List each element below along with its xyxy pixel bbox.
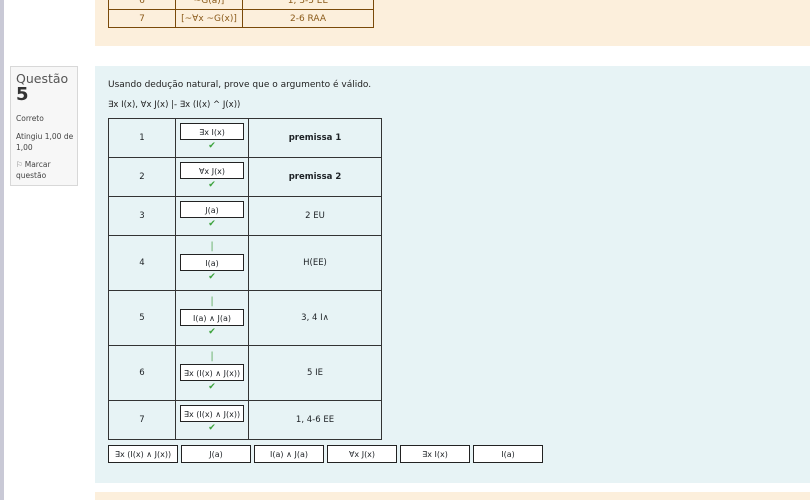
formula-cell: ∃x (I(x) ∧ J(x)) ✔ — [175, 400, 249, 440]
table-row: 4 | I(a) ✔ H(EE) — [108, 235, 382, 291]
table-row: 7 [~∀x ~G(x)] 2-6 RAA — [108, 9, 374, 28]
formula-cell: | I(a) ✔ — [175, 235, 249, 291]
check-icon: ✔ — [208, 140, 216, 151]
hypothesis-bar: | — [210, 240, 214, 252]
check-icon: ✔ — [208, 218, 216, 229]
line-number: 2 — [108, 157, 176, 197]
hypothesis-bar: | — [210, 350, 214, 362]
flag-question-link[interactable]: ⚐ Marcar questão — [16, 159, 77, 181]
line-number: 3 — [108, 196, 176, 236]
formula-cell: ~G(a)] — [175, 0, 243, 10]
table-row: 6 | ∃x (I(x) ∧ J(x)) ✔ 5 IE — [108, 345, 382, 401]
formula-cell: | ∃x (I(x) ∧ J(x)) ✔ — [175, 345, 249, 401]
line-number: 4 — [108, 235, 176, 291]
justification-cell: 1, 4-6 EE — [248, 400, 382, 440]
choice-chip[interactable]: ∃x (I(x) ∧ J(x)) — [108, 445, 178, 463]
formula-drop-zone[interactable]: I(a) — [180, 253, 244, 271]
formula-cell: J(a) ✔ — [175, 196, 249, 236]
justification-cell: 3, 4 I∧ — [248, 290, 382, 346]
choice-bank: ∃x (I(x) ∧ J(x)) J(a) I(a) ∧ J(a) ∀x J(x… — [108, 445, 543, 463]
table-row: 1 ∃x I(x) ✔ premissa 1 — [108, 118, 382, 158]
choice-chip[interactable]: ∃x I(x) — [400, 445, 470, 463]
line-number: 7 — [108, 9, 176, 28]
choice-chip[interactable]: I(a) ∧ J(a) — [254, 445, 324, 463]
check-icon: ✔ — [208, 271, 216, 282]
question-grade: Atingiu 1,00 de 1,00 — [16, 132, 74, 152]
justification-cell: H(EE) — [248, 235, 382, 291]
argument-text: ∃x I(x), ∀x J(x) |- ∃x (I(x) ^ J(x)) — [108, 100, 241, 110]
formula-cell: [~∀x ~G(x)] — [175, 9, 243, 28]
choice-chip[interactable]: I(a) — [473, 445, 543, 463]
justification-cell: 2-6 RAA — [242, 9, 374, 28]
formula-drop-zone[interactable]: ∃x (I(x) ∧ J(x)) — [180, 404, 244, 422]
next-question-box — [95, 492, 810, 500]
table-row: 3 J(a) ✔ 2 EU — [108, 196, 382, 236]
question-state: Correto — [16, 114, 44, 123]
previous-proof-table: 6 ~G(a)] 1, 3-5 EE 7 [~∀x ~G(x)] 2-6 RAA — [108, 0, 374, 28]
line-number: 6 — [108, 345, 176, 401]
justification-cell: 2 EU — [248, 196, 382, 236]
line-number: 1 — [108, 118, 176, 158]
line-number: 7 — [108, 400, 176, 440]
formula-drop-zone[interactable]: ∃x (I(x) ∧ J(x)) — [180, 363, 244, 381]
question-number: 5 — [16, 84, 29, 105]
formula-drop-zone[interactable]: I(a) ∧ J(a) — [180, 308, 244, 326]
choice-chip[interactable]: ∀x J(x) — [327, 445, 397, 463]
check-icon: ✔ — [208, 422, 216, 433]
formula-cell: ∃x I(x) ✔ — [175, 118, 249, 158]
check-icon: ✔ — [208, 381, 216, 392]
formula-cell: ∀x J(x) ✔ — [175, 157, 249, 197]
table-row: 7 ∃x (I(x) ∧ J(x)) ✔ 1, 4-6 EE — [108, 400, 382, 440]
justification-cell: premissa 1 — [248, 118, 382, 158]
flag-icon: ⚐ — [16, 160, 23, 169]
table-row: 6 ~G(a)] 1, 3-5 EE — [108, 0, 374, 10]
formula-cell: | I(a) ∧ J(a) ✔ — [175, 290, 249, 346]
choice-chip[interactable]: J(a) — [181, 445, 251, 463]
line-number: 6 — [108, 0, 176, 10]
justification-cell: 1, 3-5 EE — [242, 0, 374, 10]
justification-cell: premissa 2 — [248, 157, 382, 197]
proof-table: 1 ∃x I(x) ✔ premissa 1 2 ∀x J(x) ✔ premi… — [108, 118, 382, 440]
line-number: 5 — [108, 290, 176, 346]
hypothesis-bar: | — [210, 295, 214, 307]
formula-drop-zone[interactable]: ∀x J(x) — [180, 161, 244, 179]
table-row: 2 ∀x J(x) ✔ premissa 2 — [108, 157, 382, 197]
check-icon: ✔ — [208, 179, 216, 190]
question-text: Usando dedução natural, prove que o argu… — [108, 80, 372, 90]
formula-drop-zone[interactable]: ∃x I(x) — [180, 122, 244, 140]
check-icon: ✔ — [208, 326, 216, 337]
table-row: 5 | I(a) ∧ J(a) ✔ 3, 4 I∧ — [108, 290, 382, 346]
question-info-card: Questão 5 Correto Atingiu 1,00 de 1,00 ⚐… — [10, 66, 78, 186]
left-rail — [0, 0, 4, 500]
formula-drop-zone[interactable]: J(a) — [180, 200, 244, 218]
justification-cell: 5 IE — [248, 345, 382, 401]
